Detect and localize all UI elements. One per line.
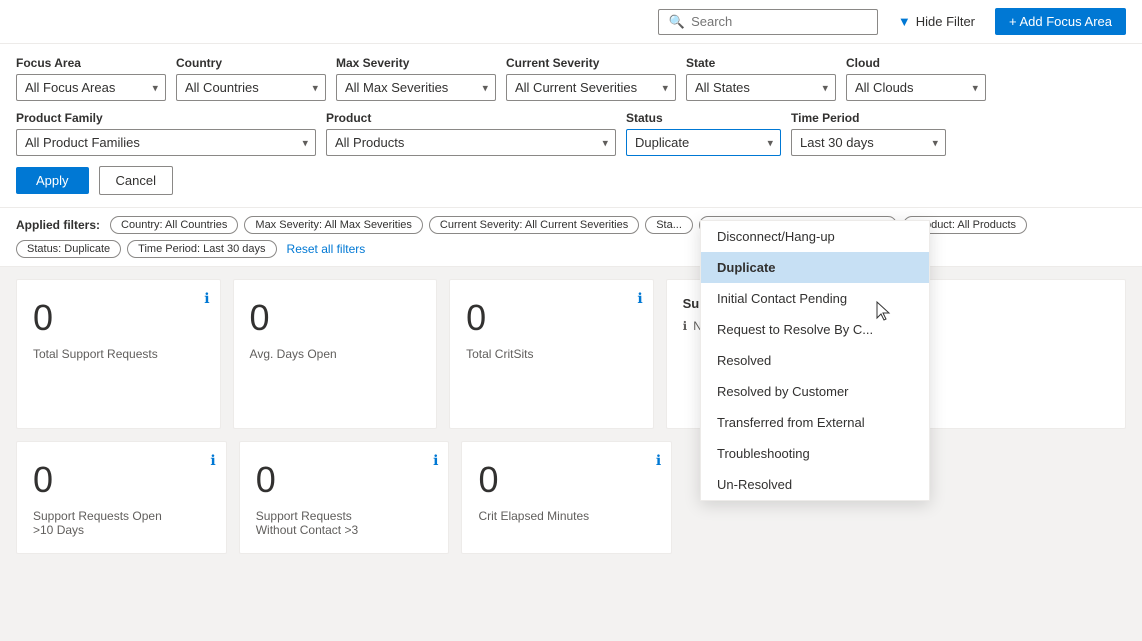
- apply-button[interactable]: Apply: [16, 167, 89, 194]
- applied-filters-bar: Applied filters: Country: All Countries …: [0, 208, 1142, 267]
- total-critsits-label: Total CritSits: [466, 347, 533, 361]
- max-severity-filter: Max Severity All Max Severities: [336, 56, 496, 101]
- time-period-filter: Time Period Last 30 days: [791, 111, 946, 156]
- time-period-label: Time Period: [791, 111, 946, 125]
- dropdown-item-request-resolve[interactable]: Request to Resolve By C...: [701, 314, 929, 345]
- product-filter: Product All Products: [326, 111, 616, 156]
- dropdown-item-un-resolved[interactable]: Un-Resolved: [701, 469, 929, 500]
- max-severity-select-wrapper[interactable]: All Max Severities: [336, 74, 496, 101]
- country-select-wrapper[interactable]: All Countries: [176, 74, 326, 101]
- filter-tag: Status: Duplicate: [16, 240, 121, 258]
- focus-area-label: Focus Area: [16, 56, 166, 70]
- cloud-label: Cloud: [846, 56, 986, 70]
- cards-row-1: ℹ 0 Total Support Requests 0 Avg. Days O…: [16, 279, 1126, 429]
- info-icon: ℹ: [210, 452, 215, 469]
- filter-row-1: Focus Area All Focus Areas Country All C…: [16, 56, 1126, 101]
- filter-tag: Time Period: Last 30 days: [127, 240, 276, 258]
- support-requests-open-10-days-card: ℹ 0 Support Requests Open>10 Days: [16, 441, 227, 554]
- current-severity-label: Current Severity: [506, 56, 676, 70]
- top-bar: 🔍 ▼ Hide Filter + Add Focus Area: [0, 0, 1142, 44]
- product-select[interactable]: All Products: [326, 129, 616, 156]
- crit-elapsed-minutes-label: Crit Elapsed Minutes: [478, 509, 589, 523]
- state-filter: State All States: [686, 56, 836, 101]
- support-requests-without-contact-label: Support RequestsWithout Contact >3: [256, 509, 358, 537]
- country-select[interactable]: All Countries: [176, 74, 326, 101]
- total-critsits-card: ℹ 0 Total CritSits: [449, 279, 654, 429]
- main-content: ℹ 0 Total Support Requests 0 Avg. Days O…: [0, 267, 1142, 566]
- search-input[interactable]: [691, 14, 867, 29]
- product-family-label: Product Family: [16, 111, 316, 125]
- current-severity-filter: Current Severity All Current Severities: [506, 56, 676, 101]
- total-support-requests-value: 0: [33, 296, 53, 339]
- product-select-wrapper[interactable]: All Products: [326, 129, 616, 156]
- focus-area-filter: Focus Area All Focus Areas: [16, 56, 166, 101]
- state-select-wrapper[interactable]: All States: [686, 74, 836, 101]
- status-dropdown: Disconnect/Hang-up Duplicate Initial Con…: [700, 220, 930, 501]
- hide-filter-button[interactable]: ▼ Hide Filter: [888, 9, 985, 34]
- focus-area-select[interactable]: All Focus Areas: [16, 74, 166, 101]
- status-select-wrapper[interactable]: Duplicate: [626, 129, 781, 156]
- dropdown-item-duplicate[interactable]: Duplicate: [701, 252, 929, 283]
- support-requests-without-contact-value: 0: [256, 458, 276, 501]
- time-period-select[interactable]: Last 30 days: [791, 129, 946, 156]
- country-filter: Country All Countries: [176, 56, 326, 101]
- max-severity-select[interactable]: All Max Severities: [336, 74, 496, 101]
- info-icon: ℹ: [204, 290, 209, 307]
- focus-area-select-wrapper[interactable]: All Focus Areas: [16, 74, 166, 101]
- total-support-requests-card: ℹ 0 Total Support Requests: [16, 279, 221, 429]
- crit-elapsed-minutes-card: ℹ 0 Crit Elapsed Minutes: [461, 441, 672, 554]
- filter-panel: Focus Area All Focus Areas Country All C…: [0, 44, 1142, 208]
- current-severity-select[interactable]: All Current Severities: [506, 74, 676, 101]
- support-requests-without-contact-card: ℹ 0 Support RequestsWithout Contact >3: [239, 441, 450, 554]
- cloud-select-wrapper[interactable]: All Clouds: [846, 74, 986, 101]
- crit-elapsed-minutes-value: 0: [478, 458, 498, 501]
- dropdown-item-troubleshooting[interactable]: Troubleshooting: [701, 438, 929, 469]
- filter-tag: Max Severity: All Max Severities: [244, 216, 423, 234]
- avg-days-open-card: 0 Avg. Days Open: [233, 279, 438, 429]
- product-label: Product: [326, 111, 616, 125]
- no-results-info-icon: ℹ: [683, 319, 688, 333]
- total-critsits-value: 0: [466, 296, 486, 339]
- dropdown-item-resolved-by-customer[interactable]: Resolved by Customer: [701, 376, 929, 407]
- cloud-filter: Cloud All Clouds: [846, 56, 986, 101]
- state-select[interactable]: All States: [686, 74, 836, 101]
- info-icon: ℹ: [637, 290, 642, 307]
- filter-tag: Current Severity: All Current Severities: [429, 216, 639, 234]
- status-select[interactable]: Duplicate: [626, 129, 781, 156]
- filter-icon: ▼: [898, 14, 911, 29]
- max-severity-label: Max Severity: [336, 56, 496, 70]
- filter-tag: Sta...: [645, 216, 693, 234]
- dropdown-item-transferred-external[interactable]: Transferred from External: [701, 407, 929, 438]
- total-support-requests-label: Total Support Requests: [33, 347, 158, 361]
- support-requests-open-10-days-label: Support Requests Open>10 Days: [33, 509, 162, 537]
- info-icon: ℹ: [656, 452, 661, 469]
- filter-tag: Country: All Countries: [110, 216, 238, 234]
- cards-row-2: ℹ 0 Support Requests Open>10 Days ℹ 0 Su…: [16, 441, 1126, 554]
- filter-row-2: Product Family All Product Families Prod…: [16, 111, 1126, 156]
- add-focus-area-button[interactable]: + Add Focus Area: [995, 8, 1126, 35]
- status-label: Status: [626, 111, 781, 125]
- dropdown-item-disconnect[interactable]: Disconnect/Hang-up: [701, 221, 929, 252]
- current-severity-select-wrapper[interactable]: All Current Severities: [506, 74, 676, 101]
- info-icon: ℹ: [433, 452, 438, 469]
- dropdown-item-resolved[interactable]: Resolved: [701, 345, 929, 376]
- search-box[interactable]: 🔍: [658, 9, 878, 35]
- cancel-button[interactable]: Cancel: [99, 166, 173, 195]
- product-family-select[interactable]: All Product Families: [16, 129, 316, 156]
- status-filter: Status Duplicate: [626, 111, 781, 156]
- reset-all-filters-link[interactable]: Reset all filters: [287, 242, 366, 256]
- time-period-select-wrapper[interactable]: Last 30 days: [791, 129, 946, 156]
- filter-buttons: Apply Cancel: [16, 166, 1126, 195]
- search-icon: 🔍: [669, 14, 685, 30]
- cloud-select[interactable]: All Clouds: [846, 74, 986, 101]
- dropdown-item-initial-contact[interactable]: Initial Contact Pending: [701, 283, 929, 314]
- applied-filters-label: Applied filters:: [16, 218, 100, 232]
- product-family-select-wrapper[interactable]: All Product Families: [16, 129, 316, 156]
- support-requests-open-10-days-value: 0: [33, 458, 53, 501]
- product-family-filter: Product Family All Product Families: [16, 111, 316, 156]
- avg-days-open-value: 0: [250, 296, 270, 339]
- state-label: State: [686, 56, 836, 70]
- country-label: Country: [176, 56, 326, 70]
- avg-days-open-label: Avg. Days Open: [250, 347, 337, 361]
